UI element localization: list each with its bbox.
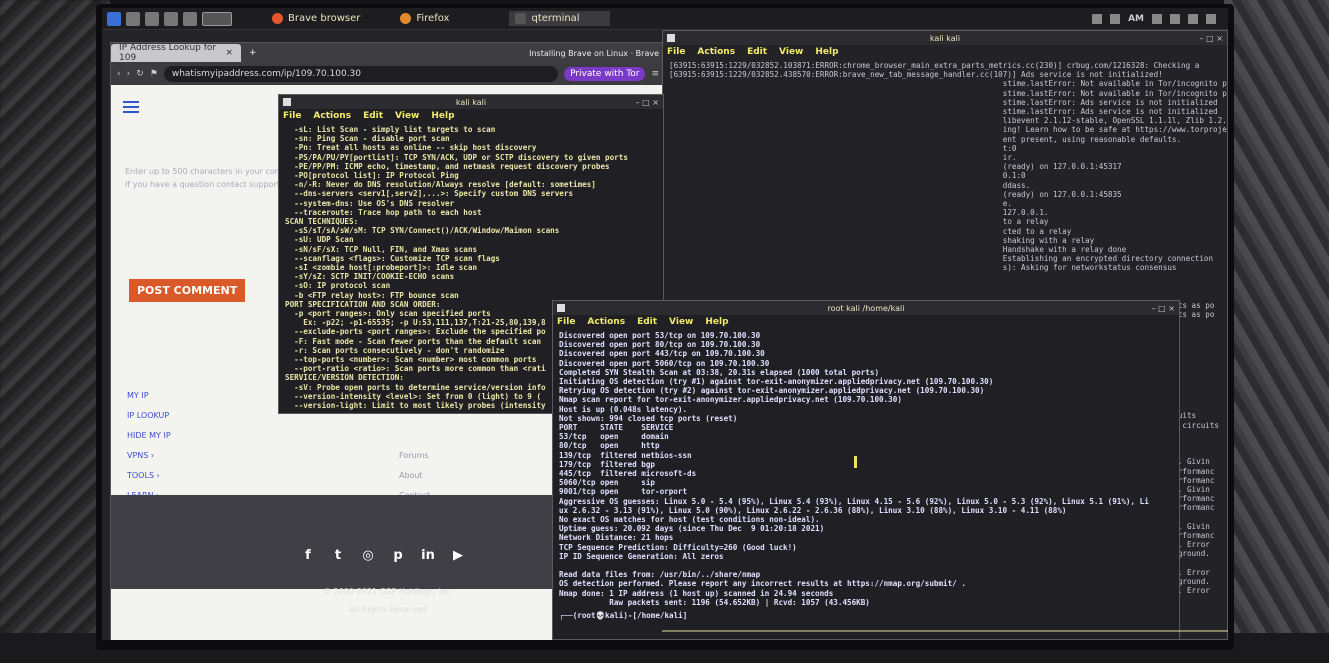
task-label: Brave browser xyxy=(288,13,361,24)
nav-tools[interactable]: TOOLS › xyxy=(127,471,171,491)
terminal-icon xyxy=(557,304,565,312)
volume-icon[interactable] xyxy=(1170,13,1180,24)
text-cursor xyxy=(854,456,857,468)
terminal-title: kali kali xyxy=(455,97,487,107)
app-menu-icon[interactable] xyxy=(107,11,121,26)
terminal-titlebar: root kali /home/kali – □ × xyxy=(553,301,1179,315)
forward-icon[interactable]: › xyxy=(127,69,131,79)
window-controls[interactable]: – □ × xyxy=(636,98,659,107)
brave-icon xyxy=(272,13,283,24)
tray-icon[interactable] xyxy=(1092,13,1103,24)
terminal-menubar: File Actions Edit View Help xyxy=(663,45,1227,59)
hamburger-menu-icon[interactable] xyxy=(123,101,139,113)
menu-file[interactable]: File xyxy=(557,317,575,327)
address-bar[interactable]: whatismyipaddress.com/ip/109.70.100.30 xyxy=(163,66,559,82)
network-icon[interactable] xyxy=(1152,13,1162,24)
clock[interactable]: AM xyxy=(1128,14,1144,24)
window-controls[interactable]: – □ × xyxy=(1152,304,1175,313)
menu-icon[interactable]: ≡ xyxy=(651,69,659,79)
browser-tab-bar: IP Address Lookup for 109 × + Installing… xyxy=(111,43,665,63)
facebook-icon[interactable]: f xyxy=(299,547,317,565)
nav-forums[interactable]: Forums xyxy=(399,451,430,471)
terminal-titlebar: kali kali – □ × xyxy=(279,95,663,109)
nav-hide-my-ip[interactable]: HIDE MY IP xyxy=(127,431,171,451)
menu-view[interactable]: View xyxy=(779,47,803,57)
comment-hint: Enter up to 500 characters in your comme… xyxy=(125,165,304,191)
window-title: Installing Brave on Linux · Brave xyxy=(529,48,659,58)
social-links: f t ◎ p in ▶ xyxy=(299,547,467,565)
menu-view[interactable]: View xyxy=(395,111,419,121)
menu-help[interactable]: Help xyxy=(815,47,838,57)
power-icon[interactable] xyxy=(1206,13,1216,24)
tab-title: IP Address Lookup for 109 xyxy=(119,43,217,63)
terminal-title: root kali /home/kali xyxy=(827,303,905,313)
battery-icon[interactable] xyxy=(1188,13,1198,24)
hint-line: If you have a question contact support xyxy=(125,180,280,189)
nav-my-ip[interactable]: MY IP xyxy=(127,391,171,411)
pinterest-icon[interactable]: p xyxy=(389,547,407,565)
back-icon[interactable]: ‹ xyxy=(117,69,121,79)
site-nav: MY IP IP LOOKUP HIDE MY IP VPNS › TOOLS … xyxy=(127,391,171,511)
terminal-titlebar: kali kali – □ × xyxy=(663,31,1227,45)
terminal-output[interactable]: Discovered open port 53/tcp on 109.70.10… xyxy=(553,329,1179,609)
terminal-title: kali kali xyxy=(929,33,961,43)
menu-view[interactable]: View xyxy=(669,317,693,327)
private-tor-badge[interactable]: Private with Tor xyxy=(564,67,646,81)
browser-launcher-icon[interactable] xyxy=(164,11,178,26)
instagram-icon[interactable]: ◎ xyxy=(359,547,377,565)
reload-icon[interactable]: ↻ xyxy=(136,69,144,79)
menu-edit[interactable]: Edit xyxy=(637,317,657,327)
shell-prompt[interactable]: ┌──(root💀kali)-[/home/kali] xyxy=(553,609,1179,622)
bookmark-icon[interactable]: ⚑ xyxy=(150,69,158,79)
workspace-switcher[interactable] xyxy=(202,11,232,26)
task-label: Firefox xyxy=(416,13,450,24)
menu-file[interactable]: File xyxy=(283,111,301,121)
menu-help[interactable]: Help xyxy=(705,317,728,327)
browser-toolbar: ‹ › ↻ ⚑ whatismyipaddress.com/ip/109.70.… xyxy=(111,63,665,85)
twitter-icon[interactable]: t xyxy=(329,547,347,565)
menu-actions[interactable]: Actions xyxy=(313,111,351,121)
terminal-launcher-icon[interactable] xyxy=(183,11,197,26)
terminal-icon xyxy=(515,13,527,24)
system-tray: AM xyxy=(1092,13,1216,24)
window-controls[interactable]: – □ × xyxy=(1200,34,1223,43)
background-photo-left xyxy=(0,0,110,663)
background-photo-right xyxy=(1224,0,1329,663)
terminal-icon xyxy=(283,98,291,106)
task-qterminal[interactable]: qterminal xyxy=(509,11,610,26)
nav-ip-lookup[interactable]: IP LOOKUP xyxy=(127,411,171,431)
post-comment-button[interactable]: POST COMMENT xyxy=(129,279,246,302)
new-tab-button[interactable]: + xyxy=(249,48,257,58)
terminal-icon xyxy=(667,34,675,42)
menu-help[interactable]: Help xyxy=(431,111,454,121)
close-tab-icon[interactable]: × xyxy=(225,48,233,58)
tray-icon[interactable] xyxy=(1110,13,1121,24)
menu-edit[interactable]: Edit xyxy=(363,111,383,121)
linkedin-icon[interactable]: in xyxy=(419,547,437,565)
nav-vpns[interactable]: VPNS › xyxy=(127,451,171,471)
nav-about[interactable]: About xyxy=(399,471,430,491)
task-brave[interactable]: Brave browser xyxy=(272,13,360,24)
menu-file[interactable]: File xyxy=(667,47,685,57)
hint-line: Enter up to 500 characters in your comme… xyxy=(125,167,304,176)
youtube-icon[interactable]: ▶ xyxy=(449,547,467,565)
browser-tab[interactable]: IP Address Lookup for 109 × xyxy=(111,43,241,63)
terminal-nmap-scan: root kali /home/kali – □ × File Actions … xyxy=(552,300,1180,640)
taskbar: Brave browser Firefox qterminal AM xyxy=(102,8,1228,30)
show-desktop-icon[interactable] xyxy=(126,11,140,26)
firefox-icon xyxy=(400,13,412,24)
file-manager-icon[interactable] xyxy=(145,11,159,26)
terminal-menubar: File Actions Edit View Help xyxy=(553,315,1179,329)
terminal-menubar: File Actions Edit View Help xyxy=(279,109,663,123)
task-firefox[interactable]: Firefox xyxy=(400,13,449,24)
terminal-output[interactable]: [63915:63915:1229/032852.103871:ERROR:ch… xyxy=(663,59,1227,275)
menu-actions[interactable]: Actions xyxy=(697,47,735,57)
task-label: qterminal xyxy=(531,13,580,24)
menu-actions[interactable]: Actions xyxy=(587,317,625,327)
glitch-line xyxy=(662,630,1228,632)
desktop-screen: Brave browser Firefox qterminal AM IP Ad… xyxy=(102,8,1228,640)
menu-edit[interactable]: Edit xyxy=(747,47,767,57)
